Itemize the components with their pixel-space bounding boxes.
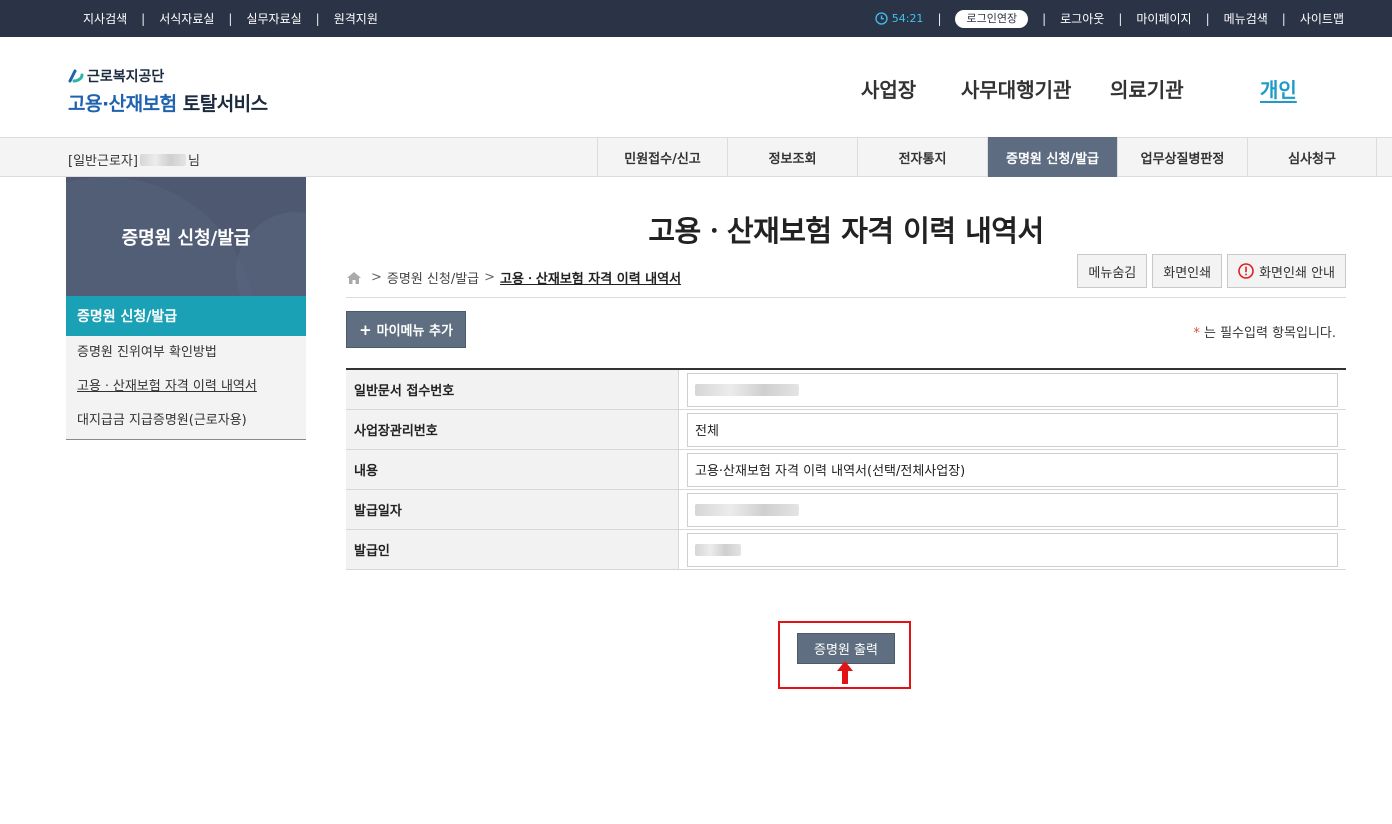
branch-search-link[interactable]: 지사검색: [83, 10, 127, 27]
separator: |: [1118, 11, 1123, 26]
business-number-field[interactable]: 전체: [687, 412, 1338, 447]
separator: |: [141, 11, 146, 26]
tab-certificate[interactable]: 증명원 신청/발급: [987, 137, 1117, 177]
org-name: 근로복지공단: [87, 69, 165, 85]
chevron-right-icon: >: [484, 270, 496, 285]
top-utility-bar: 지사검색 | 서식자료실 | 실무자료실 | 원격지원 54:21 | 로그인연…: [0, 0, 1392, 37]
doc-receipt-number-field[interactable]: [687, 372, 1338, 407]
separator: |: [1205, 11, 1210, 26]
utility-buttons: 메뉴숨김 화면인쇄 화면인쇄 안내: [1072, 254, 1346, 288]
tab-info-inquiry[interactable]: 정보조회: [727, 137, 857, 177]
tab-review-request[interactable]: 심사청구: [1247, 137, 1377, 177]
breadcrumb: > 증명원 신청/발급 > 고용ㆍ산재보험 자격 이력 내역서: [346, 268, 681, 287]
add-mymenu-label: 마이메뉴 추가: [376, 324, 453, 339]
print-guide-label: 화면인쇄 안내: [1259, 265, 1335, 281]
clock-icon: [875, 12, 888, 25]
redacted-value: [695, 383, 799, 396]
sidebar-section-active[interactable]: 증명원 신청/발급: [66, 296, 306, 336]
divider: [346, 297, 1346, 298]
sitemap-link[interactable]: 사이트맵: [1300, 10, 1344, 27]
sidebar-item-verify[interactable]: 증명원 진위여부 확인방법: [77, 345, 306, 379]
required-note-text: 는 필수입력 항목입니다.: [1204, 326, 1336, 341]
user-type: [일반근로자]: [68, 154, 138, 169]
field-label: 내용: [346, 450, 679, 489]
add-mymenu-button[interactable]: + 마이메뉴 추가: [346, 311, 466, 348]
session-timer: 54:21: [875, 12, 924, 25]
sidebar-item-payment-cert[interactable]: 대지급금 지급증명원(근로자용): [77, 413, 306, 447]
table-row: 일반문서 접수번호: [346, 370, 1346, 410]
service-name-dark: 토탈서비스: [182, 93, 268, 115]
org-logo: 근로복지공단: [68, 66, 268, 86]
separator: |: [1042, 11, 1047, 26]
highlight-box: 증명원 출력: [778, 621, 911, 689]
home-icon[interactable]: [346, 271, 362, 285]
separator: |: [315, 11, 320, 26]
arrow-up-icon: [837, 661, 853, 684]
user-greeting: [일반근로자] 님: [68, 150, 200, 169]
table-row: 내용 고용·산재보험 자격 이력 내역서(선택/전체사업장): [346, 450, 1346, 490]
alert-icon: [1238, 263, 1254, 279]
forms-library-link[interactable]: 서식자료실: [159, 10, 214, 27]
redacted-value: [695, 543, 741, 556]
sub-navigation: [일반근로자] 님 민원접수/신고 정보조회 전자통지 증명원 신청/발급 업무…: [0, 137, 1392, 177]
breadcrumb-section[interactable]: 증명원 신청/발급: [387, 268, 479, 287]
main-tabs: 민원접수/신고 정보조회 전자통지 증명원 신청/발급 업무상질병판정 심사청구: [597, 137, 1377, 177]
separator: |: [937, 11, 942, 26]
field-label: 발급일자: [346, 490, 679, 529]
sidebar-item-history[interactable]: 고용ㆍ산재보험 자격 이력 내역서: [77, 379, 306, 413]
remote-support-link[interactable]: 원격지원: [334, 10, 378, 27]
sidebar-header: 증명원 신청/발급: [66, 177, 306, 296]
tab-civil-application[interactable]: 민원접수/신고: [597, 137, 727, 177]
site-logo[interactable]: 근로복지공단 고용·산재보험 토탈서비스: [68, 66, 268, 116]
content-field[interactable]: 고용·산재보험 자격 이력 내역서(선택/전체사업장): [687, 452, 1338, 487]
table-row: 발급인: [346, 530, 1346, 570]
practice-library-link[interactable]: 실무자료실: [246, 10, 301, 27]
plus-icon: +: [359, 320, 372, 339]
field-label: 사업장관리번호: [346, 410, 679, 449]
gnb-medical[interactable]: 의료기관: [1110, 74, 1184, 103]
field-label: 발급인: [346, 530, 679, 569]
tab-disease-judgment[interactable]: 업무상질병판정: [1117, 137, 1247, 177]
timer-value: 54:21: [891, 12, 924, 25]
sidebar-title: 증명원 신청/발급: [121, 227, 251, 249]
print-guide-button[interactable]: 화면인쇄 안내: [1227, 254, 1346, 288]
field-label: 일반문서 접수번호: [346, 370, 679, 409]
menu-search-link[interactable]: 메뉴검색: [1224, 10, 1268, 27]
issue-date-field[interactable]: [687, 492, 1338, 527]
utility-links-left: 지사검색 | 서식자료실 | 실무자료실 | 원격지원: [83, 0, 378, 37]
service-name-blue: 고용·산재보험: [68, 93, 177, 115]
issuer-field[interactable]: [687, 532, 1338, 567]
redacted-value: [695, 503, 799, 516]
user-name-redacted: [139, 153, 186, 166]
table-row: 발급일자: [346, 490, 1346, 530]
certificate-form-table: 일반문서 접수번호 사업장관리번호 전체 내용 고용·산재보험 자격 이력 내역…: [346, 368, 1346, 570]
gnb-business[interactable]: 사업장: [861, 74, 916, 103]
required-note: * 는 필수입력 항목입니다.: [1193, 322, 1336, 341]
separator: |: [228, 11, 233, 26]
login-extend-button[interactable]: 로그인연장: [955, 9, 1029, 28]
logout-link[interactable]: 로그아웃: [1060, 10, 1104, 27]
hide-menu-button[interactable]: 메뉴숨김: [1077, 254, 1148, 288]
mypage-link[interactable]: 마이페이지: [1136, 10, 1191, 27]
required-star: *: [1193, 326, 1200, 341]
utility-links-right: 54:21 | 로그인연장 | 로그아웃 | 마이페이지 | 메뉴검색 | 사이…: [875, 0, 1344, 37]
gnb-personal[interactable]: 개인: [1260, 74, 1297, 103]
sidebar-list: 증명원 진위여부 확인방법 고용ㆍ산재보험 자격 이력 내역서 대지급금 지급증…: [66, 336, 306, 440]
page-title: 고용ㆍ산재보험 자격 이력 내역서: [648, 214, 1044, 248]
user-suffix: 님: [187, 154, 200, 169]
chevron-right-icon: >: [371, 270, 382, 285]
table-row: 사업장관리번호 전체: [346, 410, 1346, 450]
tab-e-notice[interactable]: 전자통지: [857, 137, 987, 177]
print-screen-button[interactable]: 화면인쇄: [1152, 254, 1223, 288]
comwel-logo-icon: [68, 69, 84, 83]
gnb-agency[interactable]: 사무대행기관: [961, 74, 1071, 103]
separator: |: [1281, 11, 1286, 26]
service-name: 고용·산재보험 토탈서비스: [68, 89, 268, 116]
breadcrumb-current[interactable]: 고용ㆍ산재보험 자격 이력 내역서: [500, 268, 681, 287]
